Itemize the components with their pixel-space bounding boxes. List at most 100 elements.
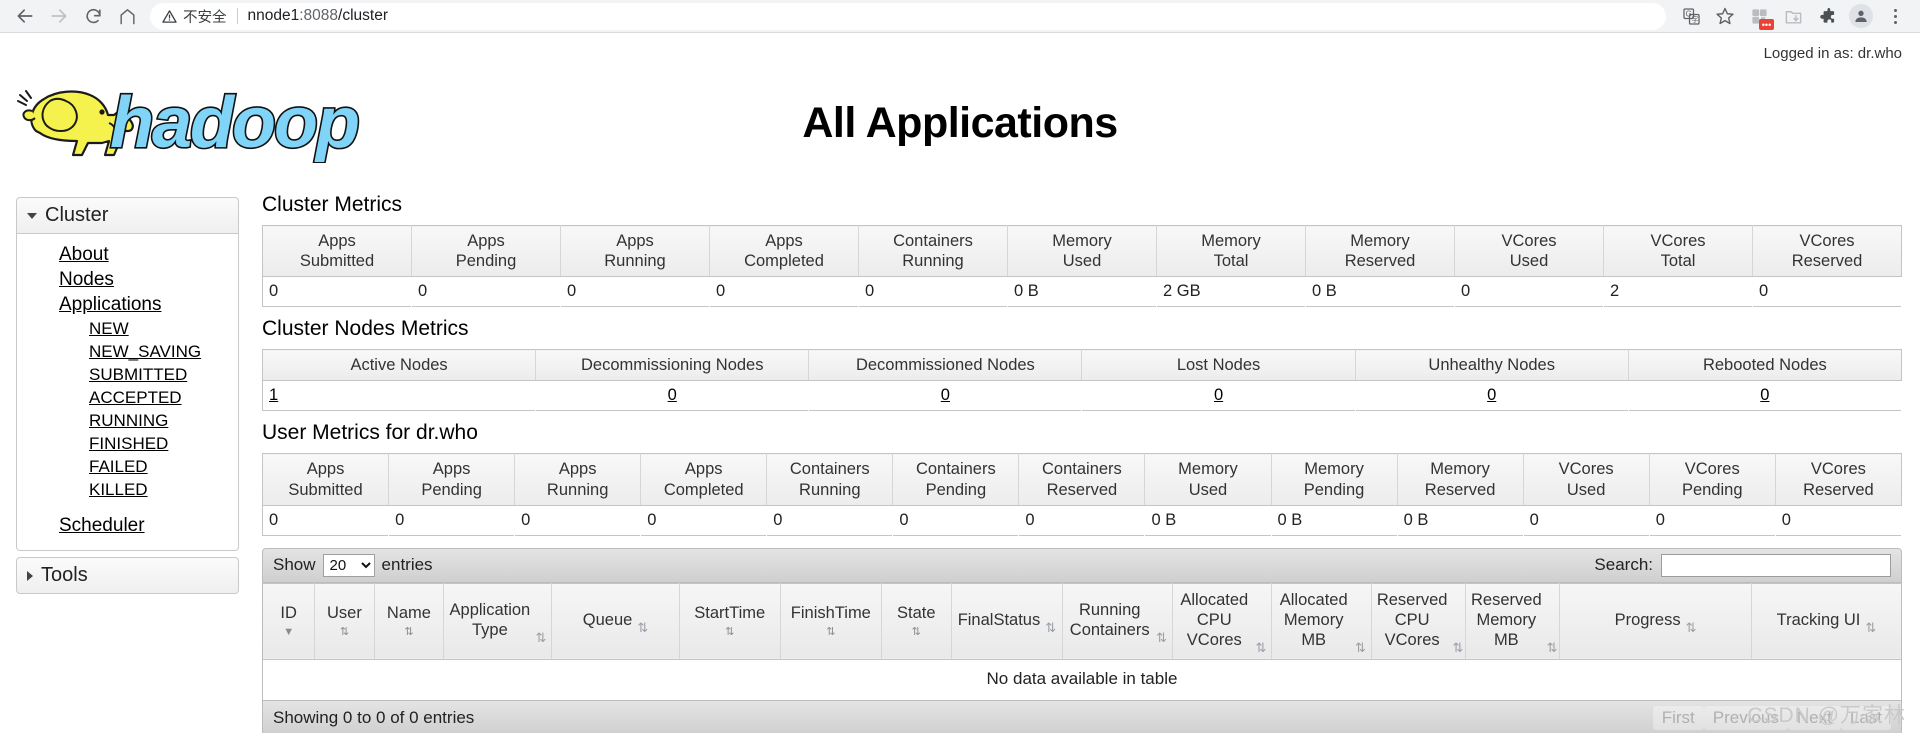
cell-user-apps-submitted: 0: [269, 510, 279, 529]
col-name[interactable]: Name ⇅: [374, 582, 445, 660]
col-reserved-memory-mb[interactable]: Reserved Memory MB ⇅: [1465, 582, 1561, 660]
sidebar-item-accepted[interactable]: ACCEPTED: [17, 386, 238, 409]
col-tracking-ui[interactable]: Tracking UI ⇅: [1751, 582, 1902, 660]
sidebar-item-finished[interactable]: FINISHED: [17, 432, 238, 455]
sidebar-link-failed[interactable]: FAILED: [89, 455, 148, 478]
watermark: CSDN @万家林: [1747, 704, 1906, 727]
col-user-apps-pending: Apps Pending: [388, 453, 516, 506]
col-user-vcores-pending: VCores Pending: [1649, 453, 1776, 506]
bookmark-star-icon[interactable]: [1708, 1, 1742, 31]
col-user-containers-reserved: Containers Reserved: [1018, 453, 1146, 506]
sidebar-link-applications[interactable]: Applications: [59, 292, 161, 317]
url-host: nnode1: [247, 7, 300, 24]
yarn-resourcemanager-page: Logged in as: dr.who hadoop All Applicat…: [0, 33, 1920, 733]
col-memory-reserved: Memory Reserved: [1305, 225, 1455, 278]
avatar: [1849, 4, 1873, 28]
sidebar-link-submitted[interactable]: SUBMITTED: [89, 363, 187, 386]
sidebar-item-scheduler[interactable]: Scheduler: [17, 513, 238, 538]
cell-user-vcores-pending: 0: [1655, 510, 1665, 529]
link-decommissioning-nodes[interactable]: 0: [668, 386, 677, 404]
sidebar-link-finished[interactable]: FINISHED: [89, 432, 168, 455]
col-application-type[interactable]: Application Type ⇅: [443, 582, 553, 660]
forward-button[interactable]: [42, 1, 76, 31]
link-rebooted-nodes[interactable]: 0: [1760, 386, 1769, 404]
col-memory-used: Memory Used: [1007, 225, 1157, 278]
address-bar[interactable]: 不安全 nnode1:8088/cluster: [150, 2, 1666, 30]
sidebar-section-cluster[interactable]: Cluster: [16, 197, 239, 234]
sidebar-link-killed[interactable]: KILLED: [89, 478, 148, 501]
col-progress[interactable]: Progress ⇅: [1559, 582, 1752, 660]
link-active-nodes[interactable]: 1: [269, 386, 278, 404]
entries-label: entries: [381, 555, 433, 575]
cell-user-apps-completed: 0: [647, 510, 657, 529]
sidebar-item-about[interactable]: About: [17, 242, 238, 267]
sort-both-icon: ⇅: [725, 626, 735, 639]
extension-badge-icon[interactable]: •••: [1742, 1, 1776, 31]
col-queue[interactable]: Queue ⇅: [551, 582, 680, 660]
col-allocated-memory-mb[interactable]: Allocated Memory MB ⇅: [1271, 582, 1372, 660]
sidebar-link-accepted[interactable]: ACCEPTED: [89, 386, 182, 409]
sidebar-section-tools[interactable]: Tools: [16, 557, 239, 594]
col-apps-running: Apps Running: [560, 225, 710, 278]
sidebar-item-applications[interactable]: Applications: [17, 292, 238, 317]
col-allocated-cpu-vcores[interactable]: Allocated CPU VCores ⇅: [1172, 582, 1273, 660]
sidebar-item-new-saving[interactable]: NEW_SAVING: [17, 340, 238, 363]
sort-both-icon: ⇅: [1156, 629, 1168, 645]
col-user-vcores-reserved: VCores Reserved: [1775, 453, 1902, 506]
profile-avatar[interactable]: [1844, 1, 1878, 31]
browser-toolbar: 不安全 nnode1:8088/cluster G字 •••: [0, 0, 1920, 33]
sidebar-link-new[interactable]: NEW: [89, 317, 129, 340]
col-user-apps-running: Apps Running: [514, 453, 642, 506]
sidebar-item-failed[interactable]: FAILED: [17, 455, 238, 478]
cell-user-containers-running: 0: [773, 510, 783, 529]
sidebar-item-nodes[interactable]: Nodes: [17, 267, 238, 292]
sidebar-cluster-body: About Nodes Applications NEW NEW_SAVING …: [16, 234, 239, 551]
col-user-containers-running: Containers Running: [766, 453, 894, 506]
link-decommissioned-nodes[interactable]: 0: [941, 386, 950, 404]
col-finalstatus[interactable]: FinalStatus ⇅: [951, 582, 1064, 660]
download-folder-icon[interactable]: [1776, 1, 1810, 31]
sidebar-link-about[interactable]: About: [59, 242, 109, 267]
chevron-down-icon: [27, 212, 37, 219]
sidebar-item-submitted[interactable]: SUBMITTED: [17, 363, 238, 386]
col-state[interactable]: State ⇅: [881, 582, 952, 660]
pagination-first[interactable]: First: [1652, 705, 1704, 730]
extension-badge-text: •••: [1761, 19, 1772, 30]
col-running-containers[interactable]: Running Containers ⇅: [1062, 582, 1174, 660]
sidebar-link-running[interactable]: RUNNING: [89, 409, 168, 432]
col-reserved-cpu-vcores[interactable]: Reserved CPU VCores ⇅: [1371, 582, 1467, 660]
url-path: /cluster: [338, 7, 388, 24]
sidebar-link-nodes[interactable]: Nodes: [59, 267, 114, 292]
cell-vcores-total: 2: [1610, 282, 1620, 301]
sort-both-icon: ⇅: [1354, 639, 1366, 655]
col-apps-completed: Apps Completed: [709, 225, 859, 278]
col-finishtime[interactable]: FinishTime ⇅: [780, 582, 882, 660]
reload-button[interactable]: [76, 1, 110, 31]
search-input[interactable]: [1661, 553, 1891, 577]
puzzle-extensions-icon[interactable]: [1810, 1, 1844, 31]
sort-both-icon: ⇅: [826, 626, 836, 639]
chrome-menu-icon[interactable]: [1878, 1, 1912, 31]
security-warning[interactable]: 不安全: [162, 6, 227, 27]
col-id[interactable]: ID ▼: [262, 582, 316, 660]
cluster-nodes-metrics-title: Cluster Nodes Metrics: [262, 317, 469, 341]
cell-user-memory-used: 0 B: [1151, 510, 1177, 529]
sidebar-item-running[interactable]: RUNNING: [17, 409, 238, 432]
link-unhealthy-nodes[interactable]: 0: [1487, 386, 1496, 404]
cluster-metrics-table: Apps Submitted Apps Pending Apps Running Ap…: [262, 225, 1902, 308]
link-lost-nodes[interactable]: 0: [1214, 386, 1223, 404]
back-button[interactable]: [8, 1, 42, 31]
page-length-select[interactable]: 20 40 60 80 100: [322, 553, 375, 577]
sidebar-link-new-saving[interactable]: NEW_SAVING: [89, 340, 201, 363]
sidebar: Cluster About Nodes Applications NEW NEW…: [16, 197, 239, 594]
sidebar-item-new[interactable]: NEW: [17, 317, 238, 340]
home-button[interactable]: [110, 1, 144, 31]
col-starttime[interactable]: StartTime ⇅: [679, 582, 781, 660]
translate-icon[interactable]: G字: [1674, 1, 1708, 31]
empty-table-message: No data available in table: [262, 659, 1902, 701]
col-user[interactable]: User ⇅: [314, 582, 375, 660]
sidebar-link-scheduler[interactable]: Scheduler: [59, 513, 145, 538]
col-apps-pending: Apps Pending: [411, 225, 561, 278]
sort-both-icon: ⇅: [339, 626, 350, 639]
sidebar-item-killed[interactable]: KILLED: [17, 478, 238, 501]
